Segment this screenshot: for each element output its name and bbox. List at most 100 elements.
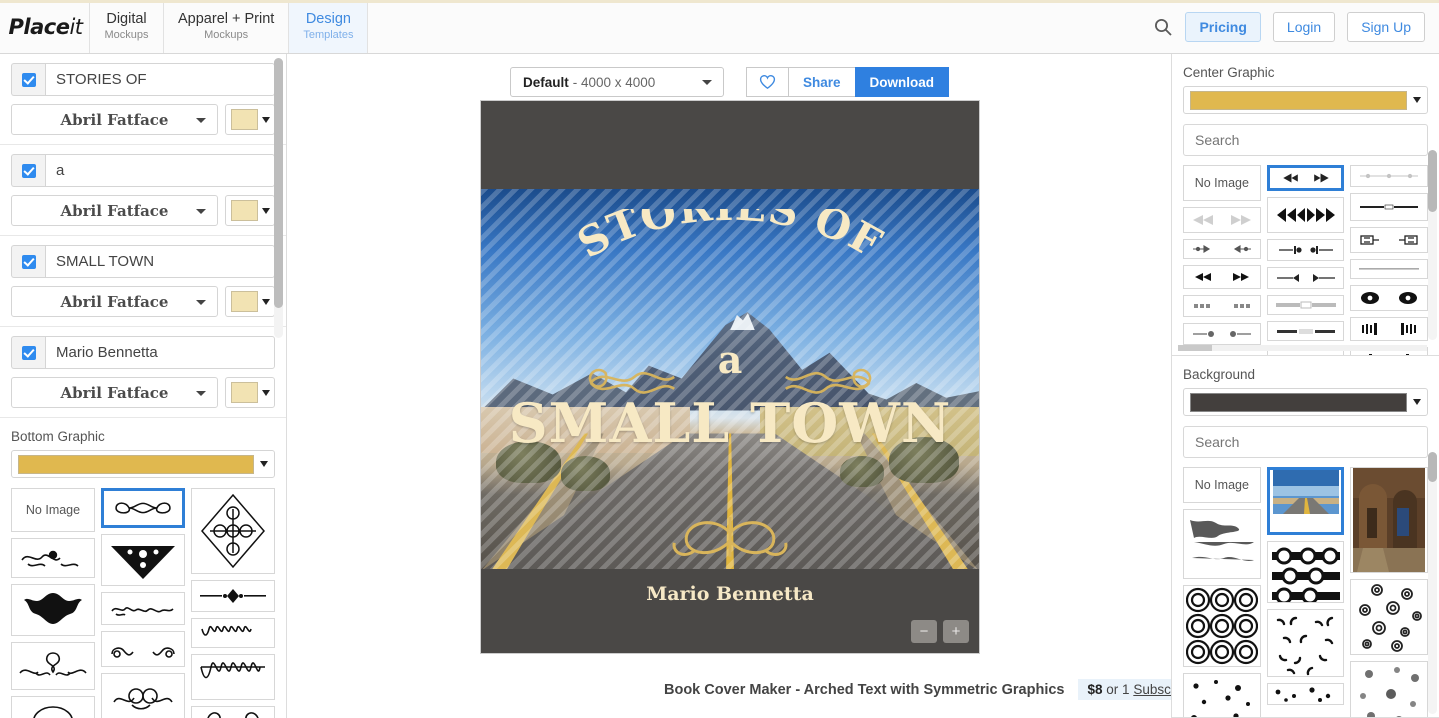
thumbnail-item[interactable] <box>1266 683 1345 705</box>
thumbnail-item[interactable] <box>1350 661 1429 717</box>
color-swatch <box>230 291 258 312</box>
scrollbar-thumb[interactable] <box>1428 150 1437 212</box>
book-cover-canvas[interactable]: STORIES OF a SMALL TOWN Mar <box>480 100 980 654</box>
thumbnail-item[interactable] <box>1266 321 1345 341</box>
text-layer-input[interactable] <box>45 245 275 278</box>
font-select[interactable]: Abril Fatface <box>11 104 218 135</box>
thumbnail-item[interactable] <box>1350 259 1429 279</box>
thumbnail-item[interactable] <box>191 618 275 648</box>
text-color-select[interactable] <box>225 377 275 408</box>
center-graphic-color-select[interactable] <box>1183 86 1428 114</box>
text-layer-input[interactable] <box>45 63 275 96</box>
thumbnail-item[interactable] <box>1183 323 1261 345</box>
placeit-logo[interactable]: Placeit <box>2 0 90 53</box>
font-select[interactable]: Abril Fatface <box>11 195 218 226</box>
thumbnail-item[interactable] <box>191 706 275 718</box>
nav-tab-digital-mockups[interactable]: Digital Mockups <box>90 0 164 53</box>
nav-tab-design-templates[interactable]: Design Templates <box>289 0 369 53</box>
thumbnail-item[interactable] <box>101 534 185 586</box>
thumbnail-item[interactable] <box>11 696 95 718</box>
scrollbar-thumb[interactable] <box>274 58 283 308</box>
thumbnail-item[interactable] <box>101 673 185 718</box>
thumbnail-item[interactable] <box>1350 317 1429 341</box>
thumbnail-item[interactable] <box>1183 239 1261 259</box>
share-button[interactable]: Share <box>787 67 855 97</box>
thumbnail-item[interactable] <box>1350 165 1429 187</box>
thumbnail-item[interactable] <box>1183 295 1261 317</box>
thumbnail-item[interactable] <box>1350 285 1429 311</box>
canvas-zoom-controls: − + <box>911 620 969 643</box>
thumbnail-no-image[interactable]: No Image <box>1183 467 1261 503</box>
thumbnail-item[interactable] <box>191 654 275 700</box>
text-layer-checkbox[interactable] <box>11 245 45 278</box>
background-color-select[interactable] <box>1183 388 1428 416</box>
thumbnail-no-image[interactable]: No Image <box>11 488 95 532</box>
thumbnail-item[interactable] <box>1183 207 1261 233</box>
thumbnail-item[interactable] <box>1183 509 1261 579</box>
thumbnail-item[interactable] <box>11 538 95 578</box>
text-color-select[interactable] <box>225 286 275 317</box>
thumbnail-item[interactable] <box>101 592 185 625</box>
canvas-bottom-band <box>481 569 979 653</box>
thumbnail-item[interactable] <box>11 642 95 690</box>
thumbnail-item[interactable] <box>1350 579 1429 655</box>
text-color-select[interactable] <box>225 104 275 135</box>
thumbnail-item[interactable] <box>191 580 275 612</box>
thumbnail-item[interactable] <box>1266 541 1345 603</box>
text-layer-checkbox[interactable] <box>11 63 45 96</box>
center-graphic-hscrollbar[interactable] <box>1178 345 1427 351</box>
login-button[interactable]: Login <box>1272 11 1336 42</box>
text-layer-checkbox[interactable] <box>11 154 45 187</box>
thumbnail-item-selected[interactable] <box>101 488 185 528</box>
thumbnail-item[interactable] <box>101 631 185 667</box>
thumbnail-item[interactable] <box>1183 265 1261 289</box>
background-search-input[interactable] <box>1183 426 1428 458</box>
scrollbar-thumb[interactable] <box>1428 452 1437 482</box>
bottom-graphic-color-select[interactable] <box>11 450 275 478</box>
favorite-button[interactable] <box>745 67 788 97</box>
download-button[interactable]: Download <box>854 67 950 97</box>
thumbnail-item[interactable] <box>1350 227 1429 253</box>
thumbnail-item[interactable] <box>191 488 275 574</box>
template-description-body: Looking for a way to make a book cover o… <box>664 713 1171 718</box>
thumbnail-no-image[interactable]: No Image <box>1183 165 1261 201</box>
scrollbar-thumb[interactable] <box>1178 345 1212 351</box>
thumbnail-item[interactable] <box>1183 673 1261 717</box>
center-graphic-scrollbar[interactable] <box>1428 150 1437 340</box>
thumbnail-item[interactable] <box>1266 267 1345 289</box>
text-layer-input[interactable] <box>45 154 275 187</box>
search-icon[interactable] <box>1153 17 1173 37</box>
background-scrollbar[interactable] <box>1428 452 1437 714</box>
center-graphic-search-input[interactable] <box>1183 124 1428 156</box>
subscription-link[interactable]: Subscription <box>1133 682 1171 697</box>
text-layer-input[interactable] <box>45 336 275 369</box>
font-select[interactable]: Abril Fatface <box>11 377 218 408</box>
thumbnail-item-selected[interactable] <box>1266 467 1345 535</box>
bottom-graphic-thumbnail-grid: No Image <box>11 488 275 718</box>
logo-text-italic: it <box>69 14 83 39</box>
thumbnail-item[interactable] <box>1350 467 1429 573</box>
thumbnail-item[interactable] <box>1350 193 1429 221</box>
text-color-select[interactable] <box>225 195 275 226</box>
thumbnail-item[interactable] <box>11 584 95 636</box>
template-description: Book Cover Maker - Arched Text with Symm… <box>664 679 1171 718</box>
zoom-out-button[interactable]: − <box>911 620 937 643</box>
text-layer-checkbox[interactable] <box>11 336 45 369</box>
thumbnail-item[interactable] <box>1266 295 1345 315</box>
background-photo-desert-road <box>481 189 979 571</box>
left-sidebar-scrollbar[interactable] <box>274 58 283 338</box>
pricing-button[interactable]: Pricing <box>1185 11 1261 42</box>
thumbnail-item[interactable] <box>1266 239 1345 261</box>
thumbnail-item[interactable] <box>1266 197 1345 233</box>
size-select[interactable]: Default - 4000 x 4000 <box>509 67 724 97</box>
signup-button[interactable]: Sign Up <box>1347 11 1425 42</box>
zoom-in-button[interactable]: + <box>943 620 969 643</box>
thumbnail-item[interactable] <box>1183 585 1261 667</box>
nav-tab-subtitle: Mockups <box>104 29 149 41</box>
thumbnail-item[interactable] <box>1266 609 1345 677</box>
chevron-down-icon <box>196 117 206 123</box>
canvas-top-band <box>481 101 979 189</box>
font-select[interactable]: Abril Fatface <box>11 286 218 317</box>
thumbnail-item-selected[interactable] <box>1266 165 1345 191</box>
nav-tab-apparel-print-mockups[interactable]: Apparel + Print Mockups <box>164 0 290 53</box>
